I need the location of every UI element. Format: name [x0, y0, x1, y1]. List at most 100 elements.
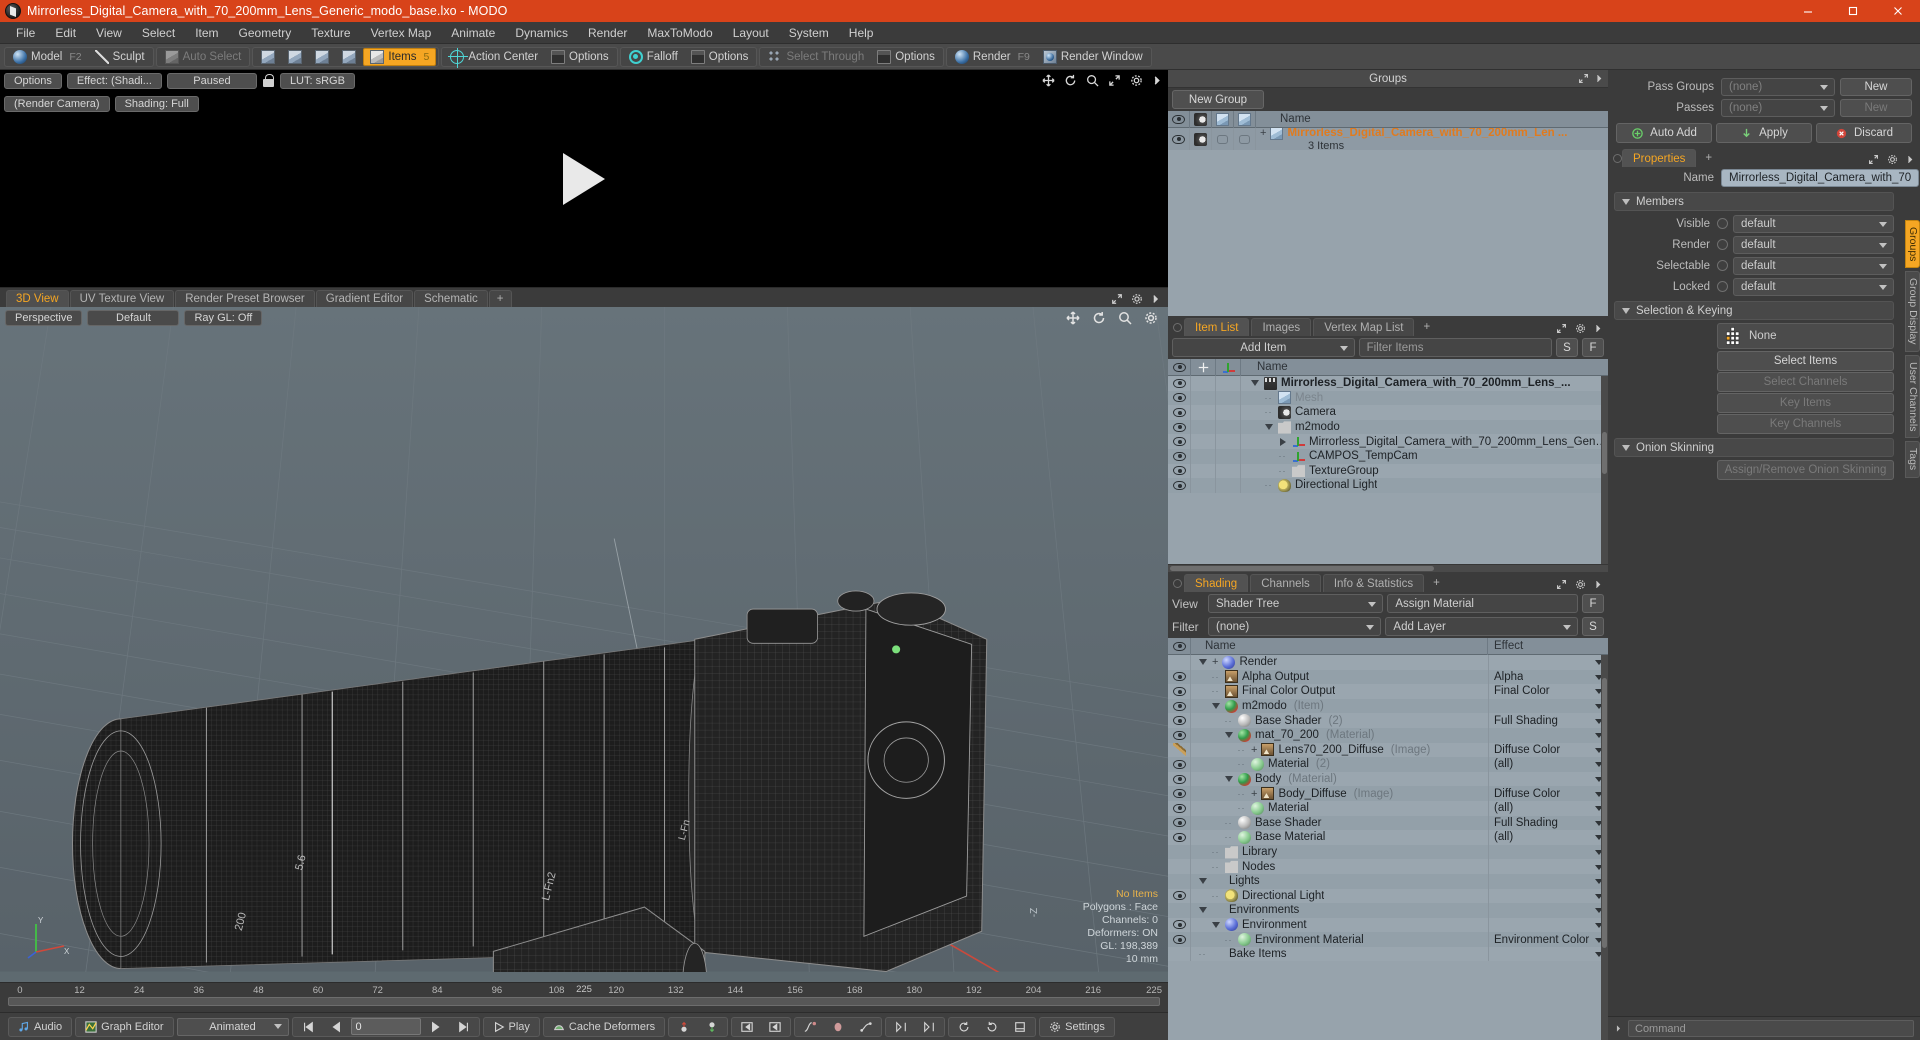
row-visibility-toggle[interactable]: [1168, 405, 1191, 420]
menu-layout[interactable]: Layout: [723, 22, 779, 44]
tab-vertex-map-list[interactable]: Vertex Map List: [1313, 318, 1415, 336]
cache-deformers-button[interactable]: Cache Deformers: [546, 1018, 662, 1035]
row-visibility-toggle[interactable]: [1168, 478, 1191, 493]
row-visibility-toggle[interactable]: [1168, 390, 1191, 406]
item-list-row[interactable]: ·· TextureGroup: [1168, 463, 1608, 479]
row-visibility-toggle[interactable]: [1168, 888, 1191, 904]
model-mode-button[interactable]: Model F2: [7, 48, 88, 66]
vertices-mode-button[interactable]: [255, 48, 281, 66]
expand-plus-icon[interactable]: +: [1251, 788, 1257, 800]
row-visibility-toggle[interactable]: [1168, 669, 1191, 685]
play-overlay-icon[interactable]: [563, 152, 605, 205]
row-transform-cell[interactable]: [1191, 390, 1216, 406]
fit-icon[interactable]: [1108, 74, 1121, 87]
gear-icon[interactable]: [1130, 74, 1143, 87]
assign-remove-onion-skinning-button[interactable]: Assign/Remove Onion Skinning: [1717, 459, 1894, 480]
row-visibility-toggle[interactable]: [1168, 771, 1191, 787]
row-name-cell[interactable]: ·· Directional Light: [1241, 478, 1608, 492]
row-name-cell[interactable]: ·· Material (2): [1191, 757, 1488, 771]
menu-geometry[interactable]: Geometry: [229, 22, 302, 44]
curve-button[interactable]: [797, 1018, 823, 1035]
expand-icon[interactable]: [1556, 323, 1567, 334]
item-list-row[interactable]: ·· Camera: [1168, 405, 1608, 420]
row-visibility-toggle[interactable]: [1168, 830, 1191, 845]
passes-dropdown[interactable]: (none): [1721, 98, 1835, 117]
apply-button[interactable]: Apply: [1716, 123, 1812, 143]
twisty-toggle[interactable]: [1197, 659, 1208, 666]
preview-paused-button[interactable]: Paused: [166, 73, 257, 89]
ruler-scrollbar[interactable]: [8, 997, 1160, 1006]
row-visibility-toggle[interactable]: [1168, 448, 1191, 464]
row-locator-cell[interactable]: [1216, 390, 1241, 406]
render-window-button[interactable]: Render Window: [1037, 48, 1149, 66]
tab-shading[interactable]: Shading: [1184, 574, 1249, 592]
chevron-right-icon[interactable]: [1906, 154, 1914, 165]
twisty-toggle[interactable]: [1210, 703, 1221, 710]
selectable-dropdown[interactable]: default: [1733, 256, 1894, 275]
item-list-hscrollbar[interactable]: [1168, 564, 1608, 572]
lock-icon[interactable]: [262, 74, 275, 88]
shading-tree-row[interactable]: ·· Library: [1168, 844, 1608, 860]
row-name-cell[interactable]: + Render: [1191, 655, 1488, 669]
row-name-cell[interactable]: ·· Directional Light: [1191, 889, 1488, 903]
expand-plus-icon[interactable]: +: [1212, 656, 1218, 668]
row-name-cell[interactable]: mat_70_200 (Material): [1191, 728, 1488, 742]
side-tab-groups[interactable]: Groups: [1905, 220, 1920, 269]
zoom-icon[interactable]: [1086, 74, 1099, 87]
row-name-cell[interactable]: Lights: [1191, 875, 1488, 888]
tab-add-button[interactable]: +: [1416, 318, 1437, 336]
edges-mode-button[interactable]: [282, 48, 308, 66]
zoom-icon[interactable]: [1118, 311, 1132, 325]
shading-s-button[interactable]: S: [1582, 617, 1604, 636]
sculpt-mode-button[interactable]: Sculpt: [89, 48, 151, 66]
expand-icon[interactable]: [1111, 293, 1123, 305]
twisty-toggle[interactable]: [1197, 907, 1208, 914]
action-center-options-button[interactable]: Options: [545, 48, 615, 66]
preview-options-button[interactable]: Options: [4, 73, 62, 89]
row-visibility-toggle[interactable]: [1168, 859, 1191, 874]
row-name-cell[interactable]: ·· Base Shader (2): [1191, 714, 1488, 728]
row-name-cell[interactable]: Mirrorless_Digital_Camera_with_70_200mm_…: [1241, 435, 1608, 449]
select-through-button[interactable]: Select Through: [762, 48, 870, 66]
row-visibility-toggle[interactable]: [1168, 655, 1191, 670]
chevron-right-icon[interactable]: [1151, 293, 1160, 305]
next-frame-button[interactable]: [423, 1018, 449, 1035]
side-tab-user-channels[interactable]: User Channels: [1905, 354, 1920, 439]
row-transform-cell[interactable]: [1191, 405, 1216, 420]
selection-set-field[interactable]: None: [1717, 323, 1894, 349]
row-name-cell[interactable]: ·· CAMPOS_TempCam: [1241, 449, 1608, 463]
menu-view[interactable]: View: [86, 22, 132, 44]
row-transform-cell[interactable]: [1191, 376, 1216, 391]
bezier-button[interactable]: [853, 1018, 879, 1035]
row-name-cell[interactable]: m2modo: [1241, 421, 1608, 434]
tab-add-button[interactable]: +: [488, 290, 512, 307]
selection-keying-section-header[interactable]: Selection & Keying: [1614, 301, 1894, 320]
tab-gradient-editor[interactable]: Gradient Editor: [315, 290, 414, 307]
twisty-toggle[interactable]: [1277, 437, 1288, 446]
chevron-right-icon[interactable]: [1594, 579, 1602, 590]
chevron-right-icon[interactable]: [1595, 73, 1603, 84]
row-effect-dropdown[interactable]: (all): [1488, 830, 1608, 845]
row-camera-icon[interactable]: [1194, 132, 1207, 146]
row-visibility-toggle[interactable]: [1168, 815, 1191, 831]
shading-scrollbar[interactable]: [1601, 655, 1608, 1040]
row-locator-cell[interactable]: [1216, 376, 1241, 391]
render-dropdown[interactable]: default: [1733, 235, 1894, 254]
selectable-radio[interactable]: [1717, 260, 1728, 271]
tab-properties[interactable]: Properties: [1622, 149, 1697, 167]
row-transform-cell[interactable]: [1191, 448, 1216, 464]
row-effect-dropdown[interactable]: Diffuse Color: [1488, 742, 1608, 758]
menu-edit[interactable]: Edit: [45, 22, 86, 44]
viewport-ruler[interactable]: 0 12 24 36 48 60 72 84 96 108 120 132 144 156 168 180 19…: [0, 982, 1168, 1012]
add-layer-dropdown[interactable]: Add Layer: [1385, 617, 1578, 636]
new-group-button[interactable]: New Group: [1172, 90, 1264, 109]
shading-tree-row[interactable]: ·· Base Shader Full Shading: [1168, 815, 1608, 831]
shading-tree-row[interactable]: ·· + Body_Diffuse (Image) Diffuse Color: [1168, 786, 1608, 801]
row-name-cell[interactable]: Environments: [1191, 904, 1488, 917]
row-effect-dropdown[interactable]: Environment Color: [1488, 932, 1608, 947]
item-list-row[interactable]: Mirrorless_Digital_Camera_with_70_200mm_…: [1168, 434, 1608, 449]
row-name-cell[interactable]: ·· Base Shader: [1191, 816, 1488, 830]
onion-skinning-section-header[interactable]: Onion Skinning: [1614, 438, 1894, 457]
assign-material-button[interactable]: Assign Material: [1387, 594, 1579, 613]
shading-tree-row[interactable]: Body (Material): [1168, 771, 1608, 787]
